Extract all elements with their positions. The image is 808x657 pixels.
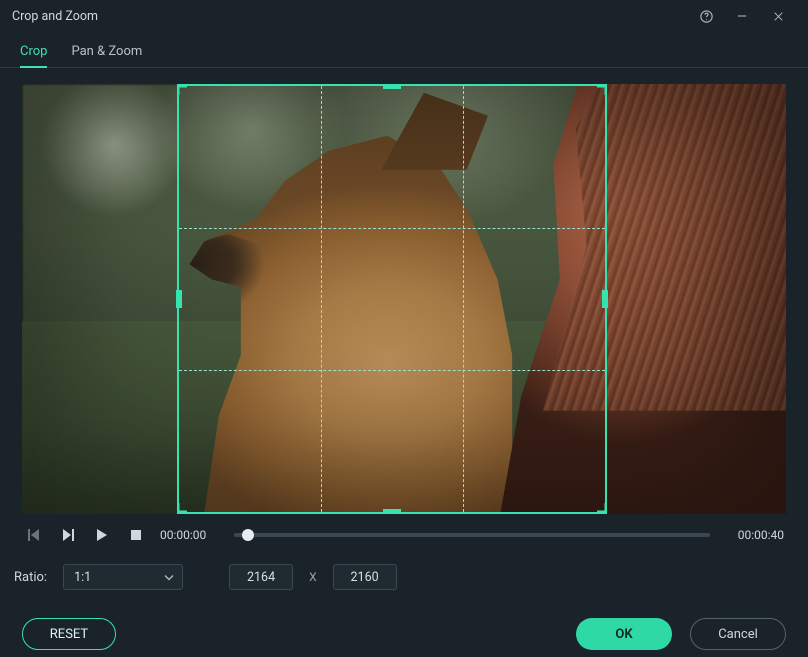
ratio-row: Ratio: 1:1 2164 X 2160 xyxy=(0,550,808,590)
play-button[interactable] xyxy=(92,525,112,545)
total-time: 00:00:40 xyxy=(724,528,784,542)
ratio-select-value: 1:1 xyxy=(74,570,91,585)
crop-handle-right[interactable] xyxy=(602,290,608,308)
timeline-thumb[interactable] xyxy=(242,529,254,541)
crop-zoom-dialog: Crop and Zoom Crop Pan & Zoom xyxy=(0,0,808,657)
crop-height-value: 2160 xyxy=(351,570,379,585)
crop-handle-left[interactable] xyxy=(176,290,182,308)
crop-handle-bottom-right[interactable] xyxy=(593,500,607,514)
help-icon[interactable] xyxy=(688,0,724,32)
tab-bar: Crop Pan & Zoom xyxy=(0,32,808,68)
reset-button[interactable]: RESET xyxy=(22,618,116,650)
window-title: Crop and Zoom xyxy=(12,9,98,24)
dialog-footer: RESET OK Cancel xyxy=(0,590,808,650)
tab-crop[interactable]: Crop xyxy=(20,38,47,67)
playback-controls: 00:00:00 00:00:40 xyxy=(0,514,808,550)
crop-handle-bottom[interactable] xyxy=(383,509,401,514)
minimize-icon[interactable] xyxy=(724,0,760,32)
crop-height-input[interactable]: 2160 xyxy=(333,564,397,590)
crop-handle-top-left[interactable] xyxy=(177,84,191,98)
ratio-label: Ratio: xyxy=(14,570,47,585)
crop-handle-bottom-left[interactable] xyxy=(177,500,191,514)
current-time: 00:00:00 xyxy=(160,528,220,542)
crop-handle-top-right[interactable] xyxy=(593,84,607,98)
ratio-select[interactable]: 1:1 xyxy=(63,564,183,590)
cancel-button[interactable]: Cancel xyxy=(690,618,786,650)
video-preview[interactable] xyxy=(22,84,786,514)
crop-rectangle[interactable] xyxy=(177,84,607,514)
chevron-down-icon xyxy=(164,570,174,585)
titlebar: Crop and Zoom xyxy=(0,0,808,32)
tab-pan-zoom[interactable]: Pan & Zoom xyxy=(71,38,142,67)
dimension-separator: X xyxy=(309,570,317,584)
prev-frame-button[interactable] xyxy=(24,525,44,545)
next-frame-button[interactable] xyxy=(58,525,78,545)
timeline-slider[interactable] xyxy=(234,525,710,545)
crop-width-input[interactable]: 2164 xyxy=(229,564,293,590)
crop-handle-top[interactable] xyxy=(383,84,401,89)
close-icon[interactable] xyxy=(760,0,796,32)
ok-button[interactable]: OK xyxy=(576,618,672,650)
crop-width-value: 2164 xyxy=(247,570,275,585)
stop-button[interactable] xyxy=(126,525,146,545)
